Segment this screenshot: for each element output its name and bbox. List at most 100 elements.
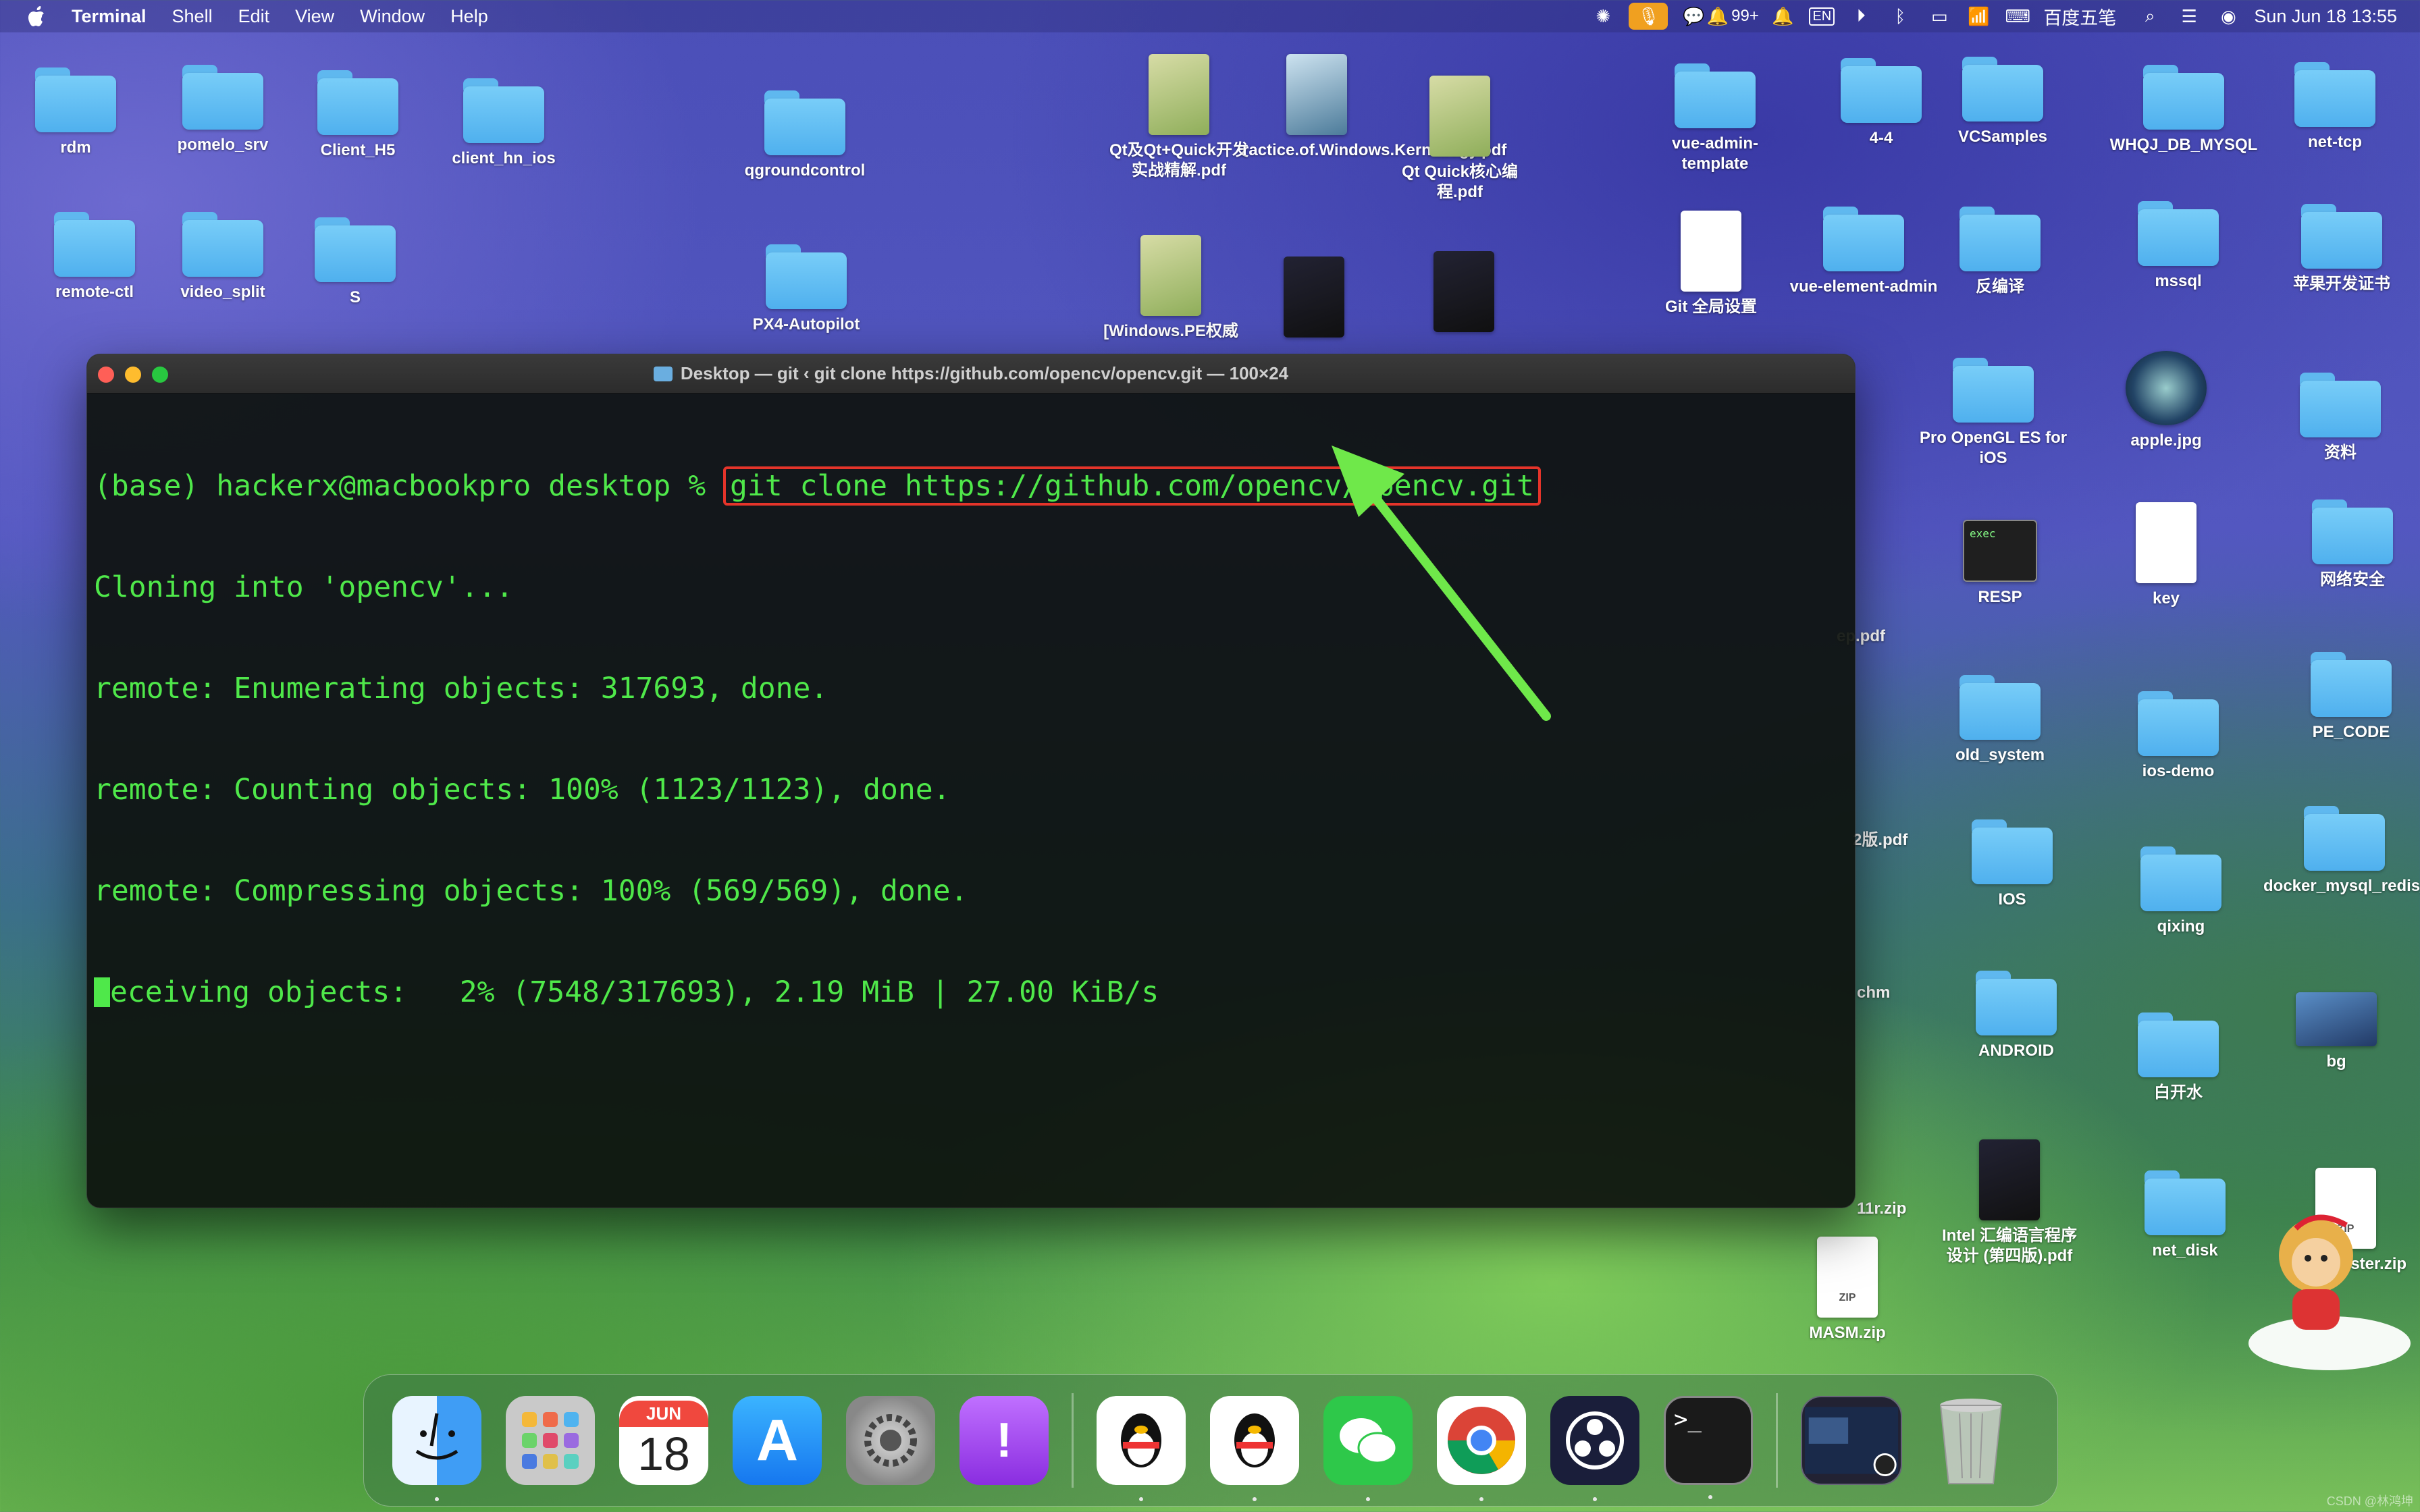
calendar-icon[interactable]: JUN 18 [619, 1396, 708, 1485]
desktop-file-windows-kernel-pdf[interactable]: ractice.of.Windows.Kern...logy.pdf [1242, 54, 1506, 161]
terminal-glyph: >_ [1674, 1406, 1702, 1433]
desktop-folder-apple-dev-cert[interactable]: 苹果开发证书 [2267, 204, 2416, 294]
feedback-assistant-icon[interactable]: ! [959, 1396, 1049, 1485]
app-store-icon[interactable]: A [733, 1396, 822, 1485]
menu-edit[interactable]: Edit [238, 6, 270, 27]
menu-help[interactable]: Help [450, 6, 488, 27]
desktop-item-label: Pro OpenGL ES for iOS [1919, 429, 2068, 467]
desktop-file-qt-quick-pdf[interactable]: Qt及Qt+Quick开发实战精解.pdf [1105, 54, 1253, 181]
desktop-folder-vue-element-admin[interactable]: vue-element-admin [1789, 207, 1938, 297]
desktop-file-resp[interactable]: exec RESP [1926, 520, 2074, 608]
desktop-folder-decompile[interactable]: 反编译 [1926, 207, 2074, 297]
desktop-file-windows-pe-pdf[interactable]: [Windows.PE权威 [1097, 235, 1245, 351]
desktop-folder-pro-opengl-es[interactable]: Pro OpenGL ES for iOS [1919, 358, 2068, 468]
ime-icon[interactable]: ⌨ [2004, 3, 2031, 30]
desktop-file-masm-zip[interactable]: MASM.zip [1773, 1237, 1922, 1343]
desktop-folder-mssql[interactable]: mssql [2104, 201, 2253, 292]
desktop-folder-px4-autopilot[interactable]: PX4-Autopilot [732, 244, 880, 335]
desktop-folder-net-tcp[interactable]: net-tcp [2261, 62, 2409, 153]
minimized-window-thumbnail[interactable] [1801, 1396, 1902, 1485]
qq-icon-2[interactable] [1210, 1396, 1299, 1501]
chrome-icon[interactable] [1437, 1396, 1526, 1501]
terminal-command-line: (base) hackerx@macbookpro desktop % git … [94, 466, 1848, 506]
desktop-folder-qixing[interactable]: qixing [2107, 846, 2255, 937]
desktop-folder-pe-code[interactable]: PE_CODE [2277, 652, 2420, 742]
input-language-indicator[interactable]: EN [1808, 3, 1835, 30]
desktop-item-label: key [2152, 589, 2180, 608]
play-icon[interactable]: ⏵ [1847, 3, 1874, 30]
desktop-item-label: docker_mysql_redis_mongodb [2263, 877, 2420, 895]
menubar-clock[interactable]: Sun Jun 18 13:55 [2254, 6, 2397, 27]
desktop-folder-vcsamples[interactable]: VCSamples [1928, 57, 2077, 147]
desktop-folder-ios-demo[interactable]: ios-demo [2104, 691, 2253, 782]
desktop-folder-old-system[interactable]: old_system [1926, 675, 2074, 765]
terminal-titlebar[interactable]: Desktop — git ‹ git clone https://github… [87, 354, 1855, 394]
menu-window[interactable]: Window [360, 6, 425, 27]
desktop-folder-s[interactable]: S [281, 217, 429, 308]
folder-icon [182, 212, 263, 277]
desktop-folder-android[interactable]: ANDROID [1942, 971, 2090, 1061]
trash-icon[interactable] [1926, 1396, 2016, 1485]
menu-app-terminal[interactable]: Terminal [72, 6, 147, 27]
microphone-icon[interactable]: 🎙 [1629, 3, 1668, 30]
desktop-file-bg[interactable]: bg [2262, 992, 2411, 1072]
desktop-folder-boiled-water[interactable]: 白开水 [2104, 1013, 2253, 1103]
window-controls [98, 367, 179, 383]
apple-menu-icon[interactable] [27, 5, 47, 28]
desktop-folder-qgroundcontrol[interactable]: qgroundcontrol [731, 90, 879, 181]
openai-icon[interactable]: ✺ [1589, 3, 1616, 30]
desktop-file-crypto-book[interactable] [1390, 251, 1538, 351]
bluetooth-icon[interactable]: ᛒ [1887, 3, 1914, 30]
menu-shell[interactable]: Shell [172, 6, 213, 27]
wifi-icon[interactable]: 📶 [1965, 3, 1992, 30]
wechat-menubar-icon[interactable]: 💬 [1680, 3, 1707, 30]
desktop-folder-rdm[interactable]: rdm [1, 68, 150, 158]
qq-menubar-icon[interactable]: 🔔 99+ [1707, 3, 1759, 30]
desktop-file-apple-jpg[interactable]: apple.jpg [2092, 351, 2240, 451]
bell-icon[interactable]: 🔔 [1769, 3, 1796, 30]
desktop-file-intel-asm-pdf[interactable]: Intel 汇编语言程序设计 (第四版).pdf [1935, 1139, 2084, 1266]
terminal-window[interactable]: Desktop — git ‹ git clone https://github… [86, 354, 1856, 1208]
obs-icon[interactable] [1550, 1396, 1639, 1501]
desktop-file-git-settings[interactable]: Git 全局设置 [1637, 211, 1785, 317]
desktop-file-partial-pdf-2[interactable]: 2版.pdf [1853, 830, 1934, 850]
qq-icon[interactable] [1097, 1396, 1186, 1501]
desktop-folder-whqj-db-mysql[interactable]: WHQJ_DB_MYSQL [2103, 65, 2265, 155]
close-button[interactable] [98, 367, 114, 383]
terminal-icon[interactable]: >_ [1664, 1396, 1753, 1499]
desktop-item-label: old_system [1955, 746, 2045, 764]
desktop-item-label: ios-demo [2142, 762, 2215, 780]
pdf-book-icon [1149, 54, 1209, 135]
desktop-item-label: pomelo_srv [177, 136, 269, 154]
zoom-button[interactable] [152, 367, 168, 383]
desktop-folder-network-security[interactable]: 网络安全 [2278, 500, 2420, 590]
desktop-item-label: vue-admin-template [1671, 134, 1758, 173]
desktop-folder-client-hn-ios[interactable]: client_hn_ios [429, 78, 578, 169]
desktop-item-label: PE_CODE [2312, 723, 2390, 741]
menu-view[interactable]: View [295, 6, 334, 27]
desktop-file-key[interactable]: key [2092, 502, 2240, 609]
ime-name[interactable]: 百度五笔 [2043, 3, 2116, 30]
search-icon[interactable]: ⌕ [2136, 3, 2163, 30]
desktop-file-cpp-book[interactable] [1240, 256, 1388, 351]
control-center-icon[interactable]: ☰ [2176, 3, 2203, 30]
desktop-folder-pomelo-srv[interactable]: pomelo_srv [149, 65, 297, 155]
minimize-button[interactable] [125, 367, 141, 383]
desktop-folder-data[interactable]: 资料 [2266, 373, 2415, 463]
desktop-folder-docker-mysql-redis-mongodb[interactable]: docker_mysql_redis_mongodb [2263, 806, 2420, 896]
desktop-file-qt-quick-core-pdf[interactable]: Qt Quick核心编程.pdf [1386, 76, 1534, 202]
desktop-file-partial-chm[interactable]: chm [1857, 983, 1938, 1003]
launchpad-icon[interactable] [506, 1396, 595, 1485]
desktop-folder-vue-admin-template[interactable]: vue-admin-template [1641, 63, 1789, 174]
desktop-folder-remote-ctl[interactable]: remote-ctl [20, 212, 169, 302]
terminal-content[interactable]: (base) hackerx@macbookpro desktop % git … [87, 394, 1855, 1085]
wechat-icon[interactable] [1323, 1396, 1413, 1501]
desktop-file-partial-zip[interactable]: 11r.zip [1857, 1199, 1938, 1219]
system-settings-icon[interactable] [846, 1396, 935, 1485]
finder-icon[interactable] [392, 1396, 481, 1501]
desktop-folder-ios[interactable]: IOS [1938, 819, 2086, 910]
siri-icon[interactable]: ◉ [2215, 3, 2242, 30]
desktop-folder-client-h5[interactable]: Client_H5 [284, 70, 432, 161]
desktop-folder-video-split[interactable]: video_split [149, 212, 297, 302]
battery-icon[interactable]: ▭ [1926, 3, 1953, 30]
